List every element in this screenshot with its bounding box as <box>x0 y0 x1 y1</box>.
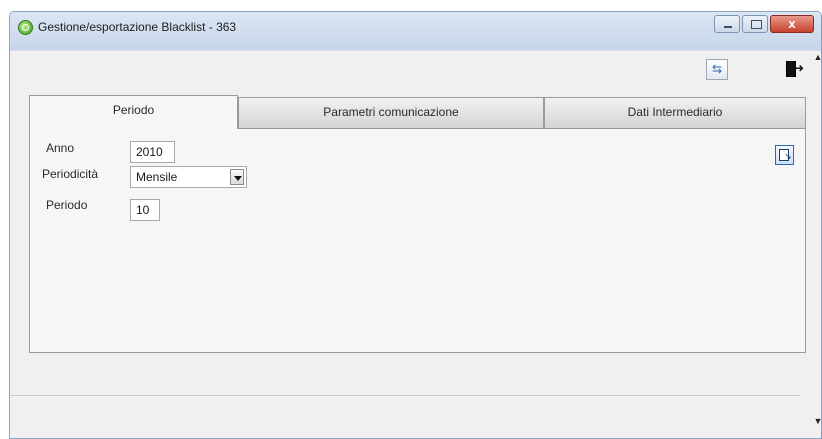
anno-input[interactable]: 2010 <box>130 141 175 163</box>
close-icon: x <box>788 16 796 31</box>
tab-parametri-comunicazione[interactable]: Parametri comunicazione <box>238 97 544 129</box>
application-window: Gestione/esportazione Blacklist - 363 x … <box>9 11 822 439</box>
export-button[interactable]: ↘ <box>775 145 794 165</box>
status-divider <box>10 395 800 396</box>
refresh-button[interactable]: ⇆ <box>706 59 728 80</box>
periodo-label: Periodo <box>46 198 88 212</box>
tab-dati-intermediario[interactable]: Dati Intermediario <box>544 97 806 129</box>
minimize-button[interactable] <box>714 15 740 33</box>
export-arrow-icon: ↘ <box>784 151 792 161</box>
scroll-up-arrow[interactable]: ▲ <box>813 52 821 66</box>
maximize-button[interactable] <box>742 15 768 33</box>
anno-label: Anno <box>46 141 75 155</box>
periodicita-value: Mensile <box>136 170 178 184</box>
periodicita-label: Periodicità <box>42 167 99 181</box>
exit-arrow-icon: ➜ <box>794 61 805 75</box>
refresh-arrows-icon: ⇆ <box>711 62 723 76</box>
close-button[interactable]: x <box>770 15 814 33</box>
chevron-down-icon[interactable] <box>230 169 244 185</box>
exit-button[interactable]: ➜ <box>783 59 805 80</box>
periodicita-select[interactable]: Mensile <box>130 166 247 188</box>
window-title: Gestione/esportazione Blacklist - 363 <box>38 20 237 34</box>
periodo-input[interactable]: 10 <box>130 199 160 221</box>
title-bar[interactable]: Gestione/esportazione Blacklist - 363 x <box>10 12 821 50</box>
tab-periodo[interactable]: Periodo <box>29 95 238 129</box>
periodo-panel: Anno 2010 Periodicità Mensile Periodo 10… <box>29 128 806 353</box>
toolbar: ⇆ ➜ <box>10 50 821 84</box>
app-logo-icon <box>18 20 33 35</box>
scroll-down-arrow[interactable]: ▼ <box>813 416 821 430</box>
